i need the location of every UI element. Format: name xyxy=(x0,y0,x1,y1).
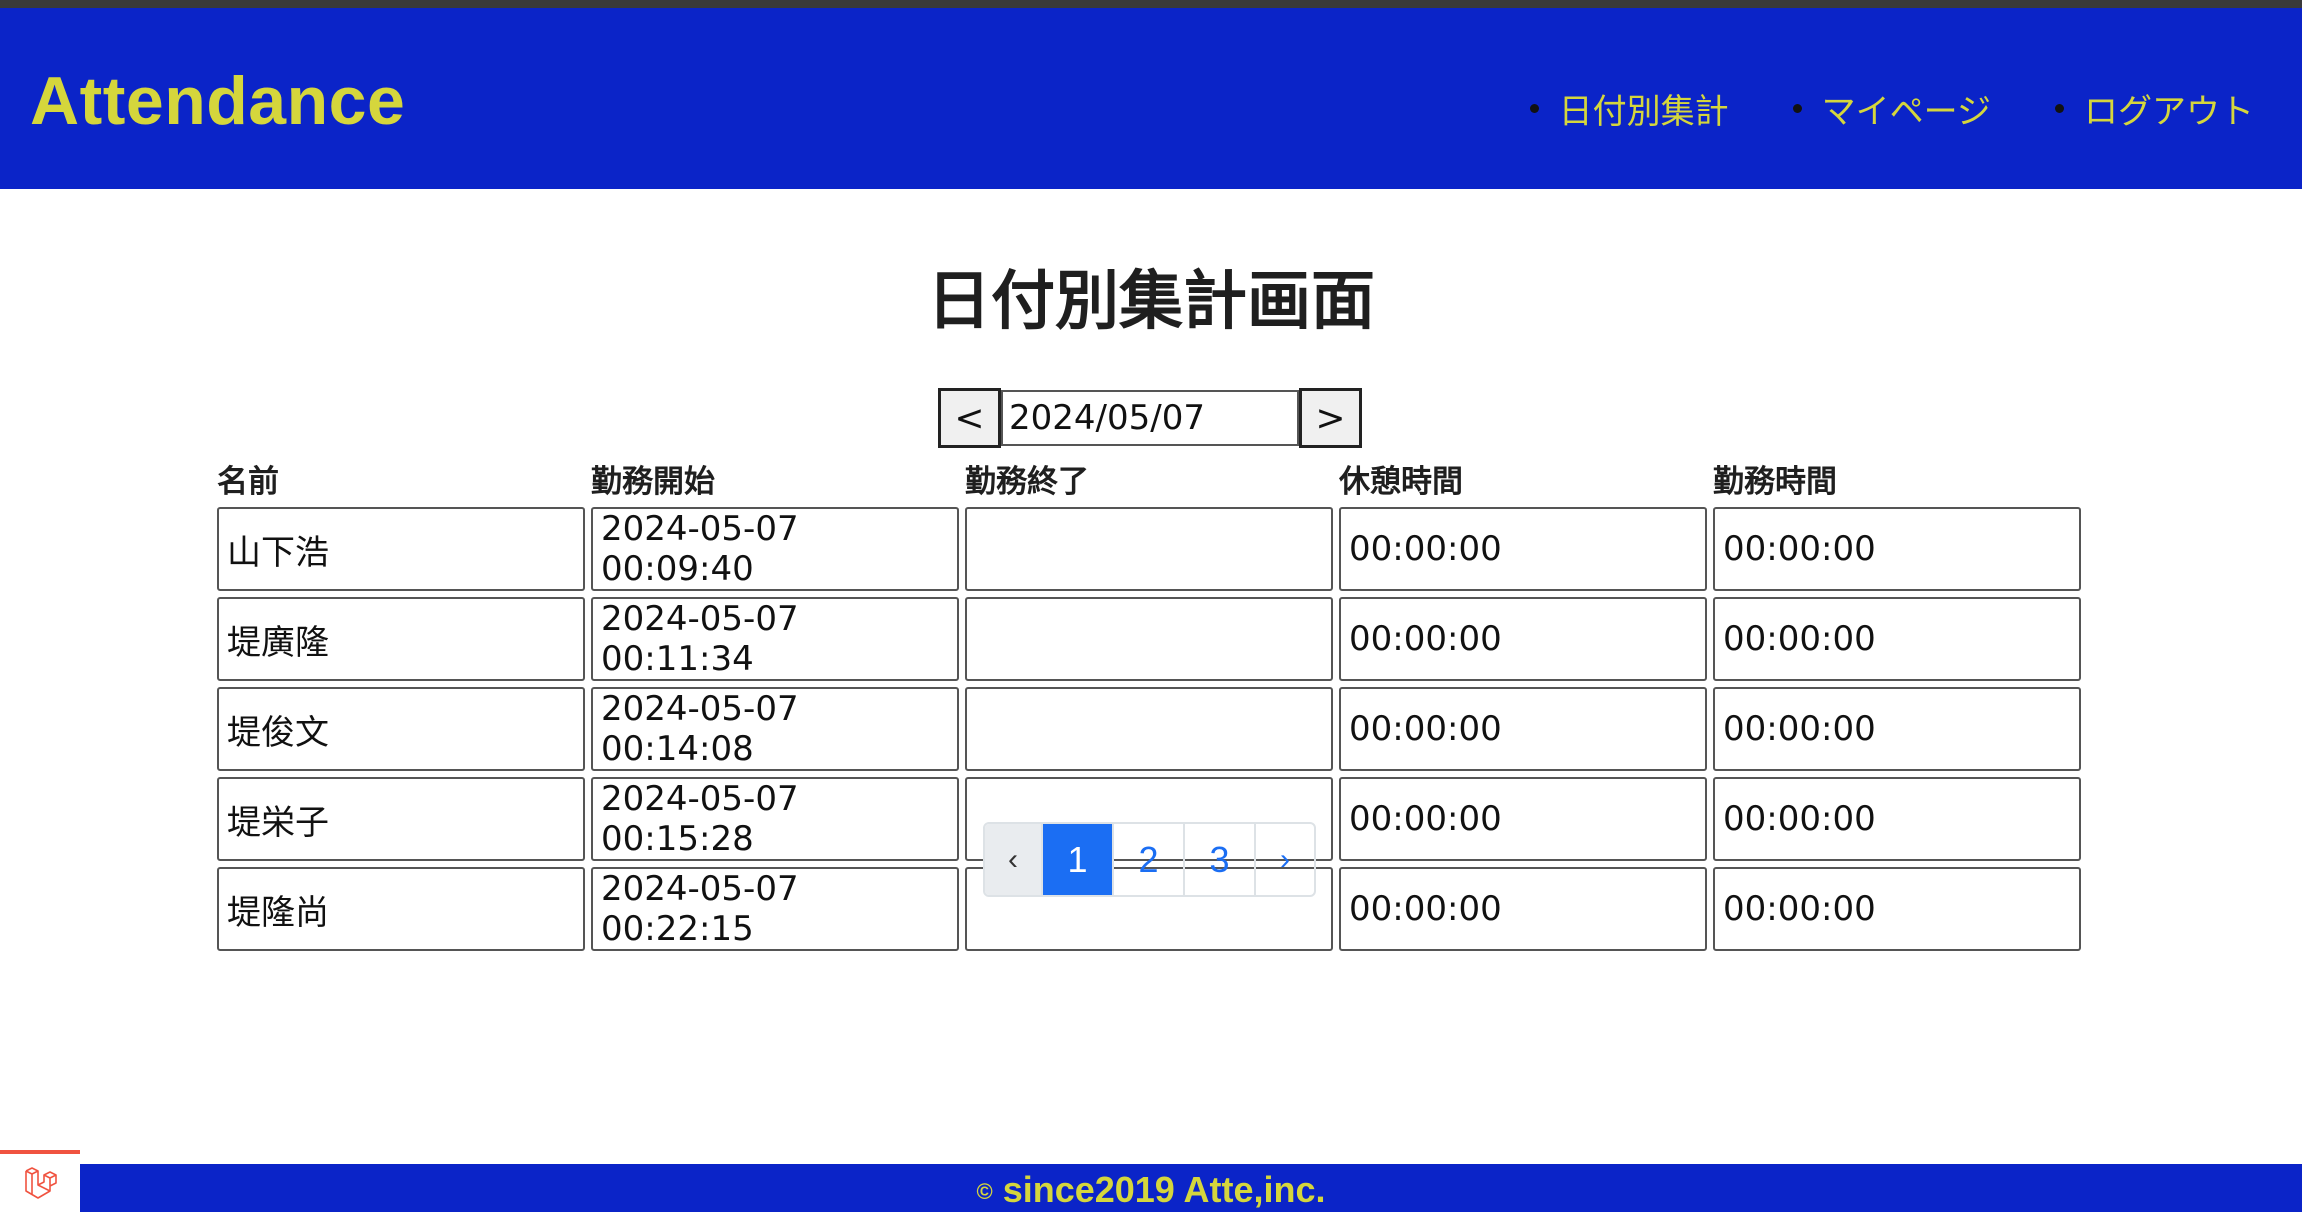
cell-end xyxy=(965,597,1333,681)
cell-break: 00:00:00 xyxy=(1339,867,1707,951)
cell-start: 2024-05-07 00:11:34 xyxy=(591,597,959,681)
page-title: 日付別集計画面 xyxy=(927,265,1375,339)
cell-break: 00:00:00 xyxy=(1339,597,1707,681)
window-top-strip xyxy=(0,0,2302,8)
footer-text: since2019 Atte,inc. xyxy=(1002,1169,1326,1210)
column-header-end: 勤務終了 xyxy=(965,464,1089,500)
cell-break: 00:00:00 xyxy=(1339,687,1707,771)
nav-item-label: マイページ xyxy=(1821,92,1991,132)
cell-name: 山下浩 xyxy=(217,507,585,591)
cell-work: 00:00:00 xyxy=(1713,777,2081,861)
cell-work: 00:00:00 xyxy=(1713,867,2081,951)
bullet-icon xyxy=(1529,104,1539,113)
nav-item-daily-summary[interactable]: 日付別集計 xyxy=(1529,84,1729,133)
column-header-work: 勤務時間 xyxy=(1713,464,1837,500)
cell-work: 00:00:00 xyxy=(1713,687,2081,771)
table-row: 堤廣隆 2024-05-07 00:11:34 00:00:00 00:00:0… xyxy=(217,597,2081,681)
cell-name: 堤隆尚 xyxy=(217,867,585,951)
nav-item-mypage[interactable]: マイページ xyxy=(1792,84,1991,133)
cell-start: 2024-05-07 00:09:40 xyxy=(591,507,959,591)
cell-name: 堤栄子 xyxy=(217,777,585,861)
cell-end xyxy=(965,687,1333,771)
pagination-page-1[interactable]: 1 xyxy=(1043,824,1114,895)
cell-end xyxy=(965,507,1333,591)
pagination-prev-button[interactable]: ‹ xyxy=(985,824,1043,895)
laravel-logo-icon[interactable] xyxy=(0,1150,80,1212)
pagination-page-2[interactable]: 2 xyxy=(1114,824,1185,895)
pagination-next-button[interactable]: › xyxy=(1256,824,1314,895)
table-row: 堤俊文 2024-05-07 00:14:08 00:00:00 00:00:0… xyxy=(217,687,2081,771)
bullet-icon xyxy=(2055,104,2064,113)
site-header: Attendance 日付別集計 マイページ ログアウト xyxy=(0,8,2302,189)
nav-item-label: 日付別集計 xyxy=(1558,92,1729,132)
cell-start: 2024-05-07 00:14:08 xyxy=(591,687,959,771)
column-header-start: 勤務開始 xyxy=(591,464,715,500)
next-date-button[interactable]: > xyxy=(1299,388,1362,448)
column-header-break: 休憩時間 xyxy=(1339,464,1463,500)
column-header-name: 名前 xyxy=(217,464,279,500)
table-header-row: 名前 勤務開始 勤務終了 休憩時間 勤務時間 xyxy=(217,456,2081,501)
brand-logo[interactable]: Attendance xyxy=(30,62,405,140)
cell-break: 00:00:00 xyxy=(1339,777,1707,861)
pagination-page-3[interactable]: 3 xyxy=(1185,824,1256,895)
copyright-symbol: © xyxy=(976,1179,993,1205)
nav-item-label: ログアウト xyxy=(2084,92,2254,132)
cell-work: 00:00:00 xyxy=(1713,507,2081,591)
site-footer: © since2019 Atte,inc. xyxy=(0,1164,2302,1212)
laravel-logo-svg xyxy=(25,1167,57,1199)
date-field[interactable]: 2024/05/07 xyxy=(1001,390,1299,446)
bullet-icon xyxy=(1792,104,1802,113)
cell-break: 00:00:00 xyxy=(1339,507,1707,591)
table-row: 山下浩 2024-05-07 00:09:40 00:00:00 00:00:0… xyxy=(217,507,2081,591)
main-nav: 日付別集計 マイページ ログアウト xyxy=(1529,84,2254,133)
pagination: ‹ 1 2 3 › xyxy=(983,822,1316,897)
cell-start: 2024-05-07 00:15:28 xyxy=(591,777,959,861)
cell-name: 堤廣隆 xyxy=(217,597,585,681)
cell-start: 2024-05-07 00:22:15 xyxy=(591,867,959,951)
cell-work: 00:00:00 xyxy=(1713,597,2081,681)
date-navigator: < 2024/05/07 > xyxy=(938,388,1362,448)
cell-name: 堤俊文 xyxy=(217,687,585,771)
prev-date-button[interactable]: < xyxy=(938,388,1001,448)
nav-item-logout[interactable]: ログアウト xyxy=(2055,84,2254,133)
